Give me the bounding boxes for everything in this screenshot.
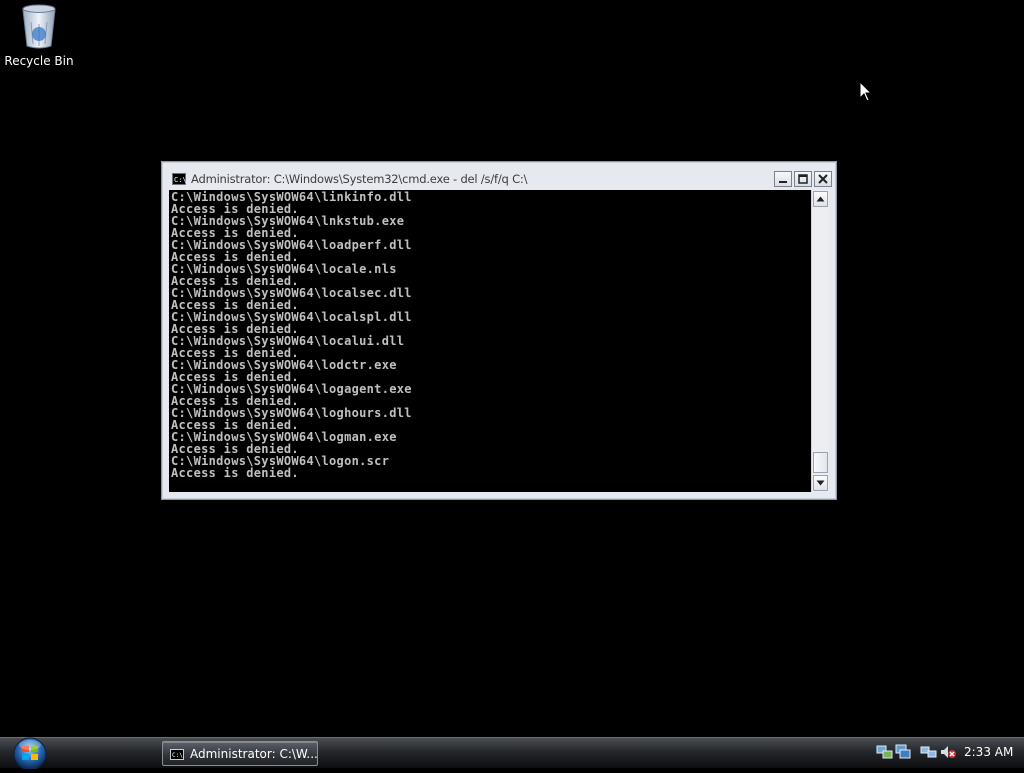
windows-start-orb-icon — [13, 737, 47, 771]
scroll-down-button[interactable] — [813, 475, 828, 491]
recycle-bin-label: Recycle Bin — [4, 54, 74, 68]
minimize-button[interactable] — [774, 171, 792, 187]
svg-text:C:\: C:\ — [174, 176, 186, 184]
window-title: Administrator: C:\Windows\System32\cmd.e… — [191, 172, 528, 186]
system-tray: 2:33 AM — [868, 738, 1024, 769]
start-button[interactable] — [8, 735, 52, 771]
minimize-icon — [779, 181, 787, 183]
arrow-down-icon — [816, 480, 825, 486]
clock[interactable]: 2:33 AM — [964, 745, 1013, 759]
maximize-button[interactable] — [794, 171, 812, 187]
svg-text:C:\: C:\ — [172, 752, 183, 759]
scroll-up-button[interactable] — [813, 191, 828, 207]
scroll-thumb[interactable] — [813, 452, 828, 473]
recycle-bin-shortcut[interactable]: Recycle Bin — [4, 2, 74, 68]
close-button[interactable] — [814, 171, 832, 187]
taskbar-item-label: Administrator: C:\W... — [190, 747, 318, 761]
volume-muted-icon[interactable] — [939, 744, 957, 760]
cmd-icon: C:\ — [170, 749, 184, 760]
console-line: Access is denied. — [171, 466, 299, 480]
mouse-cursor-icon — [859, 81, 873, 102]
arrow-up-icon — [816, 196, 825, 202]
cmd-icon: C:\ — [172, 173, 186, 185]
network-icon[interactable] — [894, 744, 912, 760]
cmd-window[interactable]: C:\ Administrator: C:\Windows\System32\c… — [161, 161, 837, 500]
desktop: Recycle Bin C:\ Administrator: C:\Window… — [0, 0, 1024, 771]
console-text: C:\Windows\SysWOW64\linkinfo.dll Access i… — [169, 190, 811, 479]
console-output[interactable]: C:\Windows\SysWOW64\linkinfo.dll Access i… — [169, 190, 811, 492]
taskbar-item-cmd[interactable]: C:\ Administrator: C:\W... — [162, 741, 318, 766]
taskbar: C:\ Administrator: C:\W... 2:33 AM — [0, 735, 1024, 771]
maximize-icon — [798, 174, 808, 184]
vertical-scrollbar[interactable] — [811, 190, 829, 492]
close-icon — [818, 174, 828, 184]
network-activity-icon[interactable] — [876, 744, 894, 760]
recycle-bin-icon — [19, 2, 59, 50]
title-bar[interactable]: C:\ Administrator: C:\Windows\System32\c… — [168, 168, 832, 190]
network-connections-icon[interactable] — [920, 744, 938, 760]
